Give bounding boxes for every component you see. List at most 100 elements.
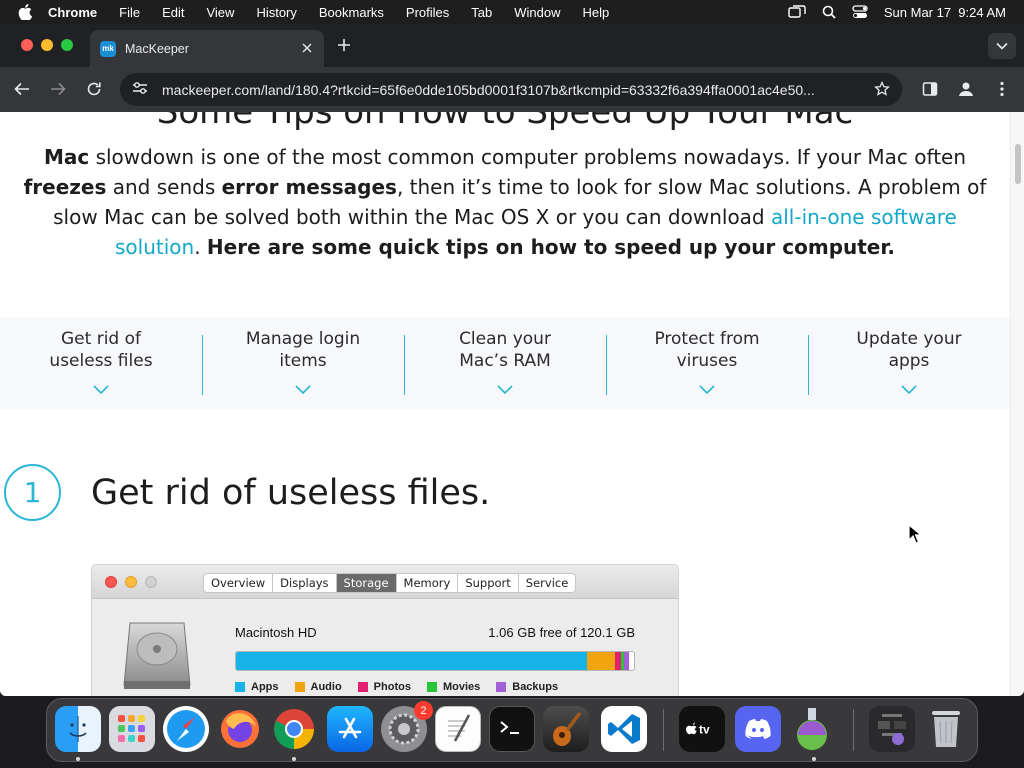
dock-separator: [663, 709, 664, 751]
mouse-pointer-icon: [908, 523, 923, 549]
reload-icon[interactable]: [84, 79, 104, 99]
storage-segment-backups: [624, 652, 629, 670]
legend-label: Backups: [512, 681, 559, 693]
intro-bold-error-messages: error messages: [221, 175, 397, 199]
about-tab-memory: Memory: [395, 574, 458, 592]
close-tab-icon[interactable]: [300, 41, 314, 55]
chevron-down-icon: [901, 378, 917, 400]
tab-search-chevron-down-icon[interactable]: [988, 33, 1016, 59]
menu-tab[interactable]: Tab: [471, 5, 492, 20]
tip-clean-ram[interactable]: Clean your Mac’s RAM: [404, 317, 606, 409]
tip-label-line2: items: [279, 351, 327, 371]
forward-arrow-icon[interactable]: [48, 79, 68, 99]
garageband-guitar-icon[interactable]: [543, 706, 589, 752]
tip-label-line1: Update your: [856, 329, 962, 349]
menu-profiles[interactable]: Profiles: [406, 5, 449, 20]
menu-edit[interactable]: Edit: [162, 5, 184, 20]
page-heading: Some Tips on How to Speed Up Your Mac: [156, 112, 854, 132]
menu-bar: Chrome File Edit View History Bookmarks …: [0, 0, 1024, 24]
chevron-down-icon: [497, 378, 513, 400]
running-indicator: [812, 757, 816, 761]
profile-avatar-icon[interactable]: [956, 79, 976, 99]
step-title: Get rid of useless files.: [91, 472, 491, 513]
screen-mirroring-icon[interactable]: [788, 5, 806, 19]
apple-menu-icon[interactable]: [18, 4, 32, 20]
legend-label: Audio: [310, 681, 342, 693]
menu-help[interactable]: Help: [583, 5, 610, 20]
disk-name: Macintosh HD: [235, 625, 317, 640]
url-text[interactable]: mackeeper.com/land/180.4?rtkcid=65f6e0dd…: [162, 82, 874, 98]
apple-tv-icon[interactable]: tv: [679, 706, 725, 752]
about-this-mac-screenshot: Overview Displays Storage Memory Support…: [91, 564, 679, 696]
trash-icon[interactable]: [923, 706, 969, 752]
storage-segment-audio: [587, 652, 615, 670]
chrome-menu-kebab-icon[interactable]: [992, 79, 1012, 99]
terminal-icon[interactable]: [489, 706, 535, 752]
intro-text-4: .: [194, 235, 207, 259]
storage-usage-bar: [235, 651, 635, 671]
tip-label-line1: Protect from: [654, 329, 760, 349]
menu-file[interactable]: File: [119, 5, 140, 20]
scrollbar-thumb[interactable]: [1015, 144, 1021, 184]
safari-icon[interactable]: [163, 706, 209, 752]
menu-app-name[interactable]: Chrome: [48, 5, 97, 20]
textedit-icon[interactable]: [435, 706, 481, 752]
intro-bold-freezes: freezes: [23, 175, 107, 199]
address-bar[interactable]: mackeeper.com/land/180.4?rtkcid=65f6e0dd…: [120, 73, 902, 106]
fullscreen-window-button[interactable]: [61, 39, 73, 51]
discord-icon[interactable]: [735, 706, 781, 752]
intro-bold-mac: Mac: [43, 145, 90, 169]
finder-icon[interactable]: [55, 706, 101, 752]
legend-label: Movies: [442, 681, 481, 693]
menu-clock[interactable]: Sun Mar 17 9:24 AM: [884, 5, 1006, 20]
menu-bookmarks[interactable]: Bookmarks: [319, 5, 384, 20]
control-center-icon[interactable]: [852, 5, 868, 19]
tab-title: MacKeeper: [125, 41, 189, 56]
back-arrow-icon[interactable]: [12, 79, 32, 99]
close-window-button[interactable]: [21, 39, 33, 51]
tip-update-apps[interactable]: Update your apps: [808, 317, 1010, 409]
intro-paragraph: Mac slowdown is one of the most common c…: [20, 142, 990, 262]
running-indicator: [76, 757, 80, 761]
app-store-icon[interactable]: [327, 706, 373, 752]
tip-useless-files[interactable]: Get rid of useless files: [0, 317, 202, 409]
tip-label-line2: Mac’s RAM: [459, 351, 551, 371]
legend-audio: Audio: [294, 681, 342, 693]
menu-history[interactable]: History: [256, 5, 296, 20]
new-tab-icon[interactable]: [336, 37, 352, 53]
tip-label-line2: useless files: [49, 351, 153, 371]
spotlight-search-icon[interactable]: [822, 5, 836, 19]
tab-mackeeper[interactable]: mk MacKeeper: [90, 30, 324, 67]
intro-bold-quick-tips: Here are some quick tips on how to speed…: [206, 235, 895, 259]
launchpad-icon[interactable]: [109, 706, 155, 752]
step-section-header: 1 Get rid of useless files.: [4, 464, 490, 521]
page-scrollbar[interactable]: [1010, 112, 1024, 696]
tip-label-line2: viruses: [676, 351, 738, 371]
vscode-icon[interactable]: [601, 706, 647, 752]
minimize-window-button[interactable]: [41, 39, 53, 51]
about-segmented-tabs: Overview Displays Storage Memory Support…: [203, 573, 577, 593]
site-info-tune-icon[interactable]: [132, 81, 148, 98]
storage-segment-apps: [236, 652, 587, 670]
potion-flask-icon[interactable]: [789, 706, 835, 752]
dock-separator: [853, 709, 854, 751]
side-panel-icon[interactable]: [920, 79, 940, 99]
tip-login-items[interactable]: Manage login items: [202, 317, 404, 409]
notification-badge: 2: [414, 701, 433, 720]
menu-view[interactable]: View: [206, 5, 234, 20]
tips-navigation: Get rid of useless files Manage login it…: [0, 317, 1010, 409]
legend-apps: Apps: [235, 681, 279, 693]
about-tab-support: Support: [457, 574, 517, 592]
downloads-stack-icon[interactable]: [869, 706, 915, 752]
bookmark-star-icon[interactable]: [874, 80, 890, 100]
mini-minimize-icon: [125, 576, 137, 588]
about-tab-displays: Displays: [272, 574, 335, 592]
system-settings-gear-icon[interactable]: 2: [381, 701, 433, 752]
chrome-icon[interactable]: [271, 706, 317, 752]
url-host: mackeeper.com: [162, 81, 261, 98]
menu-window[interactable]: Window: [514, 5, 560, 20]
legend-label: Photos: [373, 681, 411, 693]
legend-label: Apps: [251, 681, 279, 693]
tip-protect-viruses[interactable]: Protect from viruses: [606, 317, 808, 409]
firefox-icon[interactable]: [217, 706, 263, 752]
